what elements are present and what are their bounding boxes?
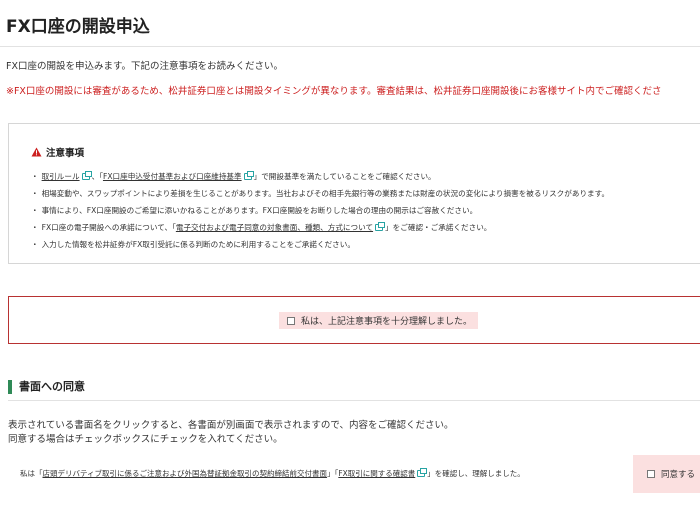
agree-checkbox[interactable] [647,470,655,478]
notice-text: 、「 [91,172,103,181]
understood-checkbox-label[interactable]: 私は、上記注意事項を十分理解しました。 [279,312,479,329]
external-window-icon [81,171,92,180]
page-title: FX口座の開設申込 [6,17,150,37]
documents-section-title: 書面への同意 [8,380,85,394]
notice-text: FX口座の電子開設への承諾について、「 [41,223,176,232]
electronic-delivery-link[interactable]: 電子交付および電子同意の対象書面、種類、方式について [176,223,373,232]
notice-text: 」をご確認・ご承諾ください。 [385,223,492,232]
notice-text: 事情により、FX口座開設のご希望に添いかねることがあります。FX口座開設をお断り… [41,206,478,215]
review-warning-text: ※FX口座の開設には審査があるため、松井証券口座とは開設タイミングが異なります。… [6,86,662,97]
notice-item-refusal: ・事情により、FX口座開設のご希望に添いかねることがあります。FX口座開設をお断… [31,206,478,215]
account-criteria-link[interactable]: FX口座申込受付基準および口座維持基準 [103,172,242,181]
consent-text: 」「 [327,469,339,478]
understood-label-text: 私は、上記注意事項を十分理解しました。 [301,317,473,327]
consent-text: 」を確認し、理解しました。 [427,469,525,478]
trading-rules-link[interactable]: 取引ルール [42,172,80,181]
notice-text: 」で開設基準を満たしていることをご確認ください。 [253,172,436,181]
confirm-box: 私は、上記注意事項を十分理解しました。 [8,296,700,344]
notice-item-info-usage: ・入力した情報を松井証券がFX取引受託に係る判断のために利用することをご承諾くだ… [31,240,355,249]
external-window-icon [243,171,254,180]
notice-item-electronic: ・ FX口座の電子開設への承諾について、「電子交付および電子同意の対象書面、種類、… [31,222,492,232]
section-divider [8,400,700,401]
documents-consent-line: 私は「店頭デリバティブ取引に係るご注意および外国為替証拠金取引の契約締結前交付書… [20,468,525,479]
warning-triangle-icon [31,147,42,157]
notice-item-risk: ・相場変動や、スワップポイントにより差損を生じることがあります。当社およびその相… [31,189,610,198]
consent-text: 私は「 [20,469,43,478]
pre-contract-document-link[interactable]: 店頭デリバティブ取引に係るご注意および外国為替証拠金取引の契約締結前交付書面 [43,469,328,478]
notice-heading-label: 注意事項 [46,148,85,159]
agree-label-text: 同意する [661,470,696,480]
documents-checkbox-instruction: 同意する場合はチェックボックスにチェックを入れてください。 [8,434,283,445]
notice-box: 注意事項 ・取引ルール 、「FX口座申込受付基準および口座維持基準 」で開設基準を満… [8,123,700,264]
agree-checkbox-label[interactable]: 同意する [633,455,700,493]
external-window-icon [417,468,428,477]
title-divider [0,46,700,47]
notice-heading: 注意事項 [31,145,84,159]
fx-confirmation-document-link[interactable]: FX取引に関する確認書 [338,469,415,478]
notice-text: 入力した情報を松井証券がFX取引受託に係る判断のために利用することをご承諾くださ… [41,240,355,249]
documents-description: 表示されている書面名をクリックすると、各書面が別画面で表示されますので、内容をご… [8,420,454,431]
notice-text: 相場変動や、スワップポイントにより差損を生じることがあります。当社およびその相手… [41,189,610,198]
understood-checkbox[interactable] [287,316,295,325]
notice-list: ・取引ルール 、「FX口座申込受付基準および口座維持基準 」で開設基準を満たしている… [31,168,609,253]
external-window-icon [375,222,386,231]
intro-text: FX口座の開設を申込みます。下記の注意事項をお読みください。 [6,61,284,72]
notice-item-rules: ・取引ルール 、「FX口座申込受付基準および口座維持基準 」で開設基準を満たしている… [31,171,436,181]
